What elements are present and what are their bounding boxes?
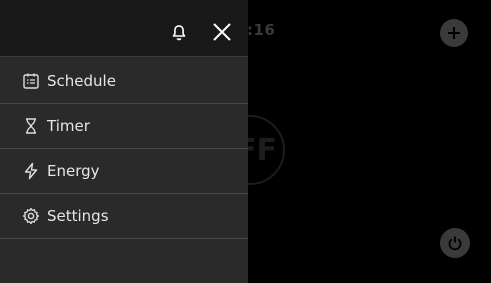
schedule-icon [21,71,41,91]
menu-item-settings[interactable]: Settings [0,194,248,239]
menu-item-label: Energy [47,162,100,180]
close-button[interactable] [211,21,233,43]
plus-icon [448,27,460,39]
close-icon [213,23,231,41]
power-button[interactable] [440,228,470,258]
drawer-menu: Schedule Timer Energy Settings [0,59,248,239]
hourglass-icon [21,116,41,136]
add-button[interactable] [440,19,468,47]
menu-item-label: Schedule [47,72,116,90]
menu-item-label: Timer [47,117,90,135]
gear-icon [21,206,41,226]
notification-button[interactable] [168,21,190,43]
menu-item-energy[interactable]: Energy [0,149,248,194]
clock-fragment: :16 [247,21,276,39]
power-icon [448,236,462,251]
menu-item-label: Settings [47,207,109,225]
bell-icon [172,25,186,41]
drawer-header [0,0,248,57]
lightning-icon [21,161,41,181]
menu-item-schedule[interactable]: Schedule [0,59,248,104]
menu-item-timer[interactable]: Timer [0,104,248,149]
side-drawer: Schedule Timer Energy Settings [0,0,248,283]
